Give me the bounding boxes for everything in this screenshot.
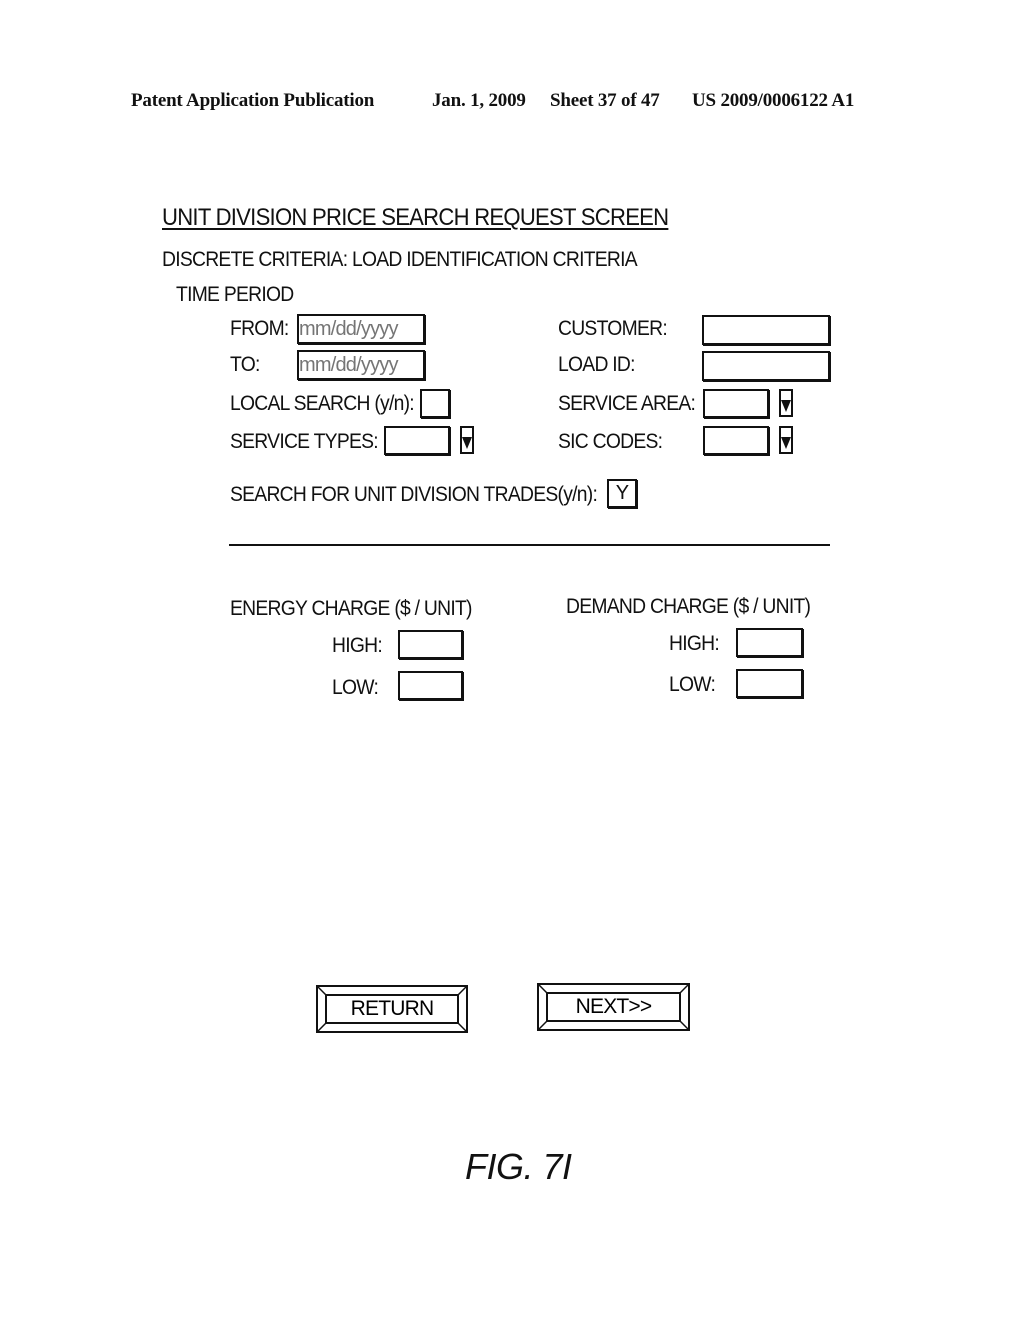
demand-high-input[interactable] bbox=[736, 628, 803, 657]
return-button[interactable]: RETURN bbox=[316, 985, 468, 1033]
unit-division-trades-label: SEARCH FOR UNIT DIVISION TRADES(y/n): bbox=[230, 483, 598, 506]
patent-number: US 2009/0006122 A1 bbox=[692, 90, 855, 111]
section-divider bbox=[229, 544, 830, 546]
demand-low-label: LOW: bbox=[669, 673, 716, 696]
sic-codes-dropdown-button[interactable] bbox=[779, 426, 793, 454]
figure-label: FIG. 7I bbox=[465, 1146, 572, 1187]
return-button-label: RETURN bbox=[325, 994, 459, 1024]
local-search-input[interactable] bbox=[420, 389, 450, 418]
sic-codes-input[interactable] bbox=[703, 426, 769, 455]
dropdown-arrow-icon bbox=[462, 437, 472, 449]
next-button[interactable]: NEXT>> bbox=[537, 983, 690, 1031]
time-period-label: TIME PERIOD bbox=[176, 283, 294, 306]
service-area-input[interactable] bbox=[703, 389, 769, 418]
local-search-label: LOCAL SEARCH (y/n): bbox=[230, 392, 415, 415]
publication-label: Patent Application Publication bbox=[131, 90, 375, 111]
energy-high-label: HIGH: bbox=[332, 634, 383, 657]
customer-label: CUSTOMER: bbox=[558, 317, 668, 340]
next-button-label: NEXT>> bbox=[546, 992, 681, 1022]
criteria-subtitle: DISCRETE CRITERIA: LOAD IDENTIFICATION C… bbox=[162, 248, 638, 271]
from-label: FROM: bbox=[230, 317, 289, 340]
service-area-dropdown-button[interactable] bbox=[779, 389, 793, 417]
service-types-dropdown-button[interactable] bbox=[460, 426, 474, 454]
sic-codes-label: SIC CODES: bbox=[558, 430, 663, 453]
service-types-label: SERVICE TYPES: bbox=[230, 430, 379, 453]
screen-title: UNIT DIVISION PRICE SEARCH REQUEST SCREE… bbox=[162, 204, 669, 231]
load-id-input[interactable] bbox=[702, 351, 830, 381]
demand-high-label: HIGH: bbox=[669, 632, 720, 655]
dropdown-arrow-icon bbox=[781, 437, 791, 449]
energy-high-input[interactable] bbox=[398, 630, 463, 659]
service-types-input[interactable] bbox=[384, 426, 450, 455]
publication-date: Jan. 1, 2009 bbox=[432, 90, 526, 111]
service-area-label: SERVICE AREA: bbox=[558, 392, 696, 415]
energy-charge-title: ENERGY CHARGE ($ / UNIT) bbox=[230, 597, 473, 620]
demand-low-input[interactable] bbox=[736, 669, 803, 698]
dropdown-arrow-icon bbox=[781, 400, 791, 412]
to-label: TO: bbox=[230, 353, 260, 376]
energy-low-input[interactable] bbox=[398, 671, 463, 700]
unit-division-trades-input[interactable] bbox=[607, 479, 637, 508]
from-date-input[interactable] bbox=[297, 314, 425, 344]
energy-low-label: LOW: bbox=[332, 676, 379, 699]
sheet-number: Sheet 37 of 47 bbox=[550, 90, 660, 111]
demand-charge-title: DEMAND CHARGE ($ / UNIT) bbox=[566, 595, 811, 618]
customer-input[interactable] bbox=[702, 315, 830, 345]
to-date-input[interactable] bbox=[297, 350, 425, 380]
load-id-label: LOAD ID: bbox=[558, 353, 636, 376]
